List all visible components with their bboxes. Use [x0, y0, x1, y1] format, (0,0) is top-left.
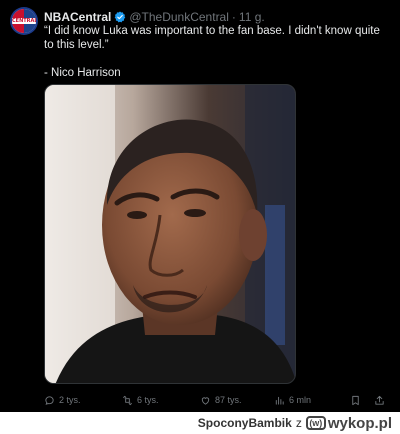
bookmark-icon [352, 395, 359, 405]
like-button[interactable]: 87 tys. [200, 393, 242, 407]
author-name[interactable]: NBACentral [44, 10, 111, 24]
share-icon [375, 395, 384, 405]
retweet-icon [123, 395, 132, 405]
wykop-logo-text: wykop.pl [327, 414, 392, 432]
tweet-actions: 2 tys. 6 tys. 87 tys. 6 mln [44, 393, 396, 407]
author-handle[interactable]: @TheDunkCentral [129, 10, 229, 24]
portrait-image [45, 85, 295, 383]
retweet-button[interactable]: 6 tys. [122, 393, 159, 407]
header-separator: · [231, 10, 236, 24]
verified-badge-icon [115, 11, 126, 23]
avatar-logo-text: CENTRAL [12, 18, 36, 24]
wykop-logo-icon: (w) [305, 416, 326, 430]
footer-connector: z [295, 416, 302, 430]
author-avatar[interactable]: CENTRAL [10, 7, 38, 35]
views-button[interactable]: 6 mln [274, 393, 311, 407]
views-bar-chart-icon [275, 396, 284, 405]
like-count: 87 tys. [215, 395, 242, 405]
retweet-count: 6 tys. [137, 395, 159, 405]
reply-icon [45, 395, 54, 405]
reply-button[interactable]: 2 tys. [44, 393, 81, 407]
tweet-card[interactable]: CENTRAL NBACentral @TheDunkCentral · 11 … [0, 0, 400, 412]
views-count: 6 mln [289, 395, 312, 405]
share-button[interactable] [374, 393, 389, 407]
tweet-quote: “I did know Luka was important to the fa… [44, 25, 380, 51]
wykop-footer: SpoconyBambik z (w) wykop.pl [0, 412, 400, 434]
tweet-photo[interactable] [44, 84, 296, 384]
tweet-header: NBACentral @TheDunkCentral · 11 g. [44, 9, 265, 25]
tweet-attribution: - Nico Harrison [44, 67, 121, 79]
heart-icon [201, 396, 210, 405]
wykop-logo[interactable]: (w) wykop.pl [305, 414, 392, 432]
uploader-username[interactable]: SpoconyBambik [198, 416, 292, 430]
reply-count: 2 tys. [59, 395, 81, 405]
bookmark-button[interactable] [350, 393, 365, 407]
avatar-logo: CENTRAL [12, 9, 36, 33]
tweet-timestamp[interactable]: 11 g. [239, 10, 265, 24]
tweet-text: “I did know Luka was important to the fa… [44, 24, 390, 52]
